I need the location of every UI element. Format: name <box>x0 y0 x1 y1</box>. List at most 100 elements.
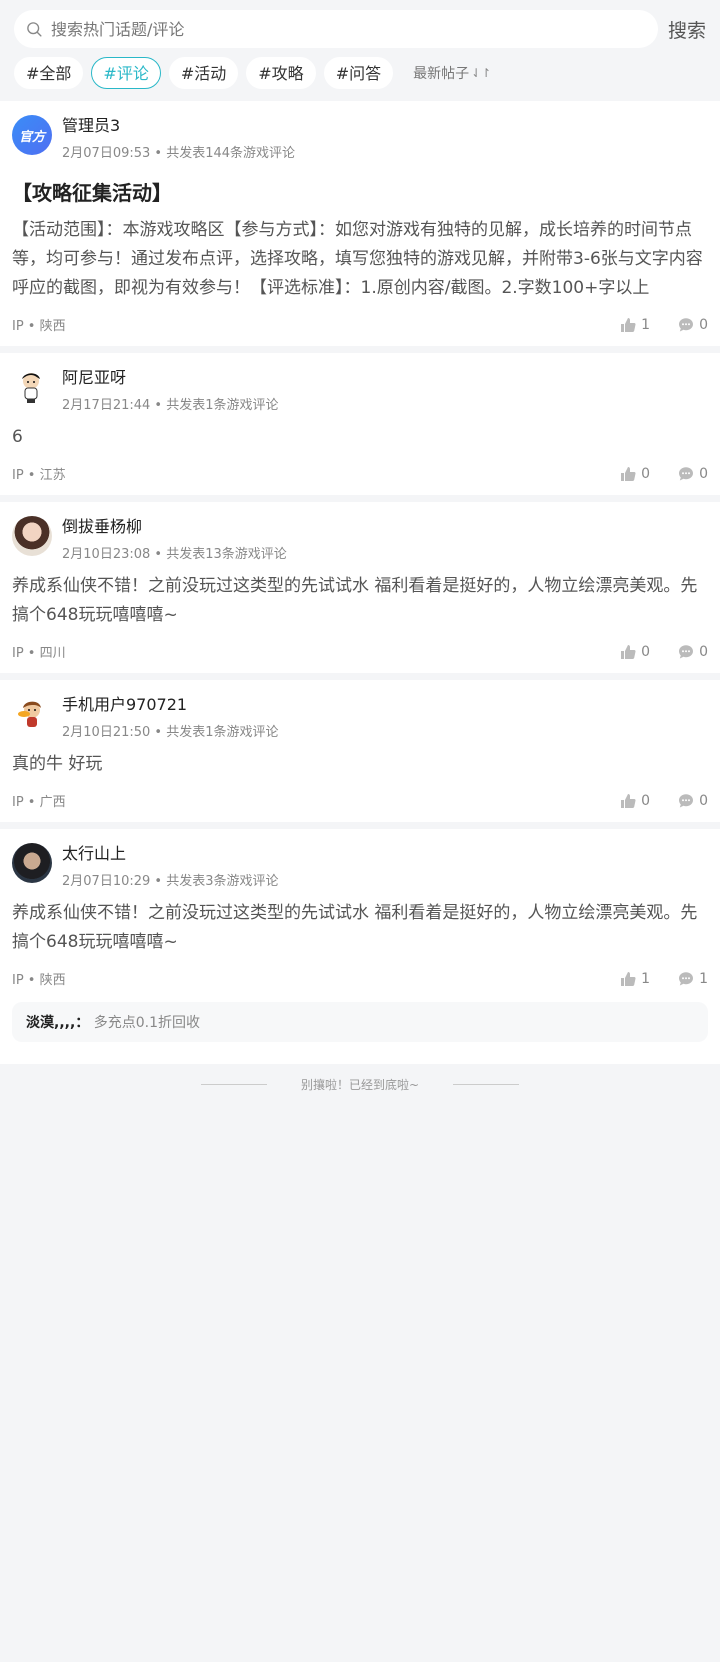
like-count: 0 <box>641 465 651 482</box>
post-meta: 2月10日21:50 • 共发表1条游戏评论 <box>62 725 279 740</box>
author-name[interactable]: 管理员3 <box>62 116 295 136</box>
ip-location: IP • 广西 <box>12 795 66 810</box>
post-title: 【攻略征集活动】 <box>12 181 172 205</box>
post-body: 6 <box>12 427 23 447</box>
comment-count: 0 <box>699 792 708 809</box>
post-actions: 0 0 <box>592 793 708 809</box>
sort-latest-button[interactable]: 最新帖子 ⇃↾ <box>413 63 491 83</box>
tag-guide[interactable]: #攻略 <box>246 57 316 89</box>
author-name[interactable]: 倒拔垂杨柳 <box>62 517 287 537</box>
author-meta: 太行山上 2月07日10:29 • 共发表3条游戏评论 <box>62 843 278 889</box>
thumbs-up-icon <box>621 644 636 659</box>
post-card[interactable]: 太行山上 2月07日10:29 • 共发表3条游戏评论 养成系仙侠不错！之前没玩… <box>0 829 720 1064</box>
sort-arrows-icon: ⇃↾ <box>471 66 492 80</box>
comment-bubble-icon <box>679 317 694 331</box>
cartoon-avatar-icon <box>18 701 41 727</box>
post-card[interactable]: 官方 管理员3 2月07日09:53 • 共发表144条游戏评论 【攻略征集活动… <box>0 101 720 346</box>
like-button[interactable]: 1 <box>620 317 650 333</box>
search-input[interactable] <box>49 18 658 40</box>
post-header: 手机用户970721 2月10日21:50 • 共发表1条游戏评论 <box>12 694 708 740</box>
post-meta: 2月07日09:53 • 共发表144条游戏评论 <box>62 146 296 161</box>
thumbs-up-icon <box>621 971 636 986</box>
like-count: 0 <box>641 643 651 660</box>
thumbs-up-icon <box>621 793 636 808</box>
like-button[interactable]: 0 <box>620 466 650 482</box>
comment-count: 0 <box>699 643 708 660</box>
author-name[interactable]: 手机用户970721 <box>62 695 278 715</box>
post-header: 阿尼亚呀 2月17日21:44 • 共发表1条游戏评论 <box>12 367 708 413</box>
tag-qa[interactable]: #问答 <box>323 57 394 89</box>
comment-count: 0 <box>699 316 708 333</box>
sort-label: 最新帖子 <box>413 66 470 82</box>
thumbs-up-icon <box>621 466 636 481</box>
comment-bubble-icon <box>679 644 694 658</box>
official-badge-text: 官方 <box>18 129 45 145</box>
post-card[interactable]: 阿尼亚呀 2月17日21:44 • 共发表1条游戏评论 6 IP • 江苏 0 … <box>0 353 720 495</box>
divider-line <box>453 1084 520 1085</box>
search-button[interactable]: 搜索 <box>668 16 706 43</box>
like-button[interactable]: 1 <box>620 971 650 987</box>
reply-preview[interactable]: 淡漠,,,,： 多充点0.1折回收 <box>12 1002 708 1042</box>
post-body: 养成系仙侠不错！之前没玩过这类型的先试试水 福利看着是挺好的，人物立绘漂亮美观。… <box>12 576 698 625</box>
comment-button[interactable]: 0 <box>678 793 708 809</box>
tag-all[interactable]: #全部 <box>14 57 84 89</box>
avatar[interactable]: 官方 <box>12 115 52 155</box>
like-count: 1 <box>641 970 651 987</box>
comment-bubble-icon <box>679 971 694 985</box>
reply-text: 多充点0.1折回收 <box>93 1015 200 1031</box>
post-footer: IP • 陕西 1 1 <box>12 969 708 989</box>
post-body: 养成系仙侠不错！之前没玩过这类型的先试试水 福利看着是挺好的，人物立绘漂亮美观。… <box>12 903 698 952</box>
avatar[interactable] <box>12 843 52 883</box>
post-footer: IP • 江苏 0 0 <box>12 464 708 484</box>
author-meta: 管理员3 2月07日09:53 • 共发表144条游戏评论 <box>62 115 295 161</box>
like-count: 1 <box>641 316 651 333</box>
author-name[interactable]: 太行山上 <box>62 844 278 864</box>
comment-count: 0 <box>699 465 708 482</box>
post-actions: 0 0 <box>592 644 708 660</box>
post-card[interactable]: 手机用户970721 2月10日21:50 • 共发表1条游戏评论 真的牛 好玩… <box>0 680 720 822</box>
comment-button[interactable]: 0 <box>678 317 708 333</box>
avatar[interactable] <box>12 694 52 734</box>
comment-bubble-icon <box>679 466 694 480</box>
post-footer: IP • 广西 0 0 <box>12 791 708 811</box>
comment-bubble-icon <box>679 793 694 807</box>
avatar[interactable] <box>12 367 52 407</box>
thumbs-up-icon <box>621 317 636 332</box>
search-box[interactable] <box>14 10 658 48</box>
post-actions: 1 0 <box>592 317 708 333</box>
reply-username[interactable]: 淡漠,,,,： <box>26 1015 89 1031</box>
tag-activity[interactable]: #活动 <box>168 57 239 89</box>
search-row: 搜索 <box>14 10 706 48</box>
post-meta: 2月10日23:08 • 共发表13条游戏评论 <box>62 547 287 562</box>
post-card[interactable]: 倒拔垂杨柳 2月10日23:08 • 共发表13条游戏评论 养成系仙侠不错！之前… <box>0 502 720 673</box>
end-of-list-text: 别攘啦！已经到底啦~ <box>300 1078 420 1092</box>
comment-button[interactable]: 0 <box>678 466 708 482</box>
comment-button[interactable]: 0 <box>678 644 708 660</box>
author-name[interactable]: 阿尼亚呀 <box>62 368 278 388</box>
author-meta: 倒拔垂杨柳 2月10日23:08 • 共发表13条游戏评论 <box>62 516 287 562</box>
topic-tags: #全部 #评论 #活动 #攻略 #问答 最新帖子 ⇃↾ <box>14 57 706 89</box>
post-footer: IP • 陕西 1 0 <box>12 315 708 335</box>
avatar[interactable] <box>12 516 52 556</box>
comment-button[interactable]: 1 <box>678 971 708 987</box>
comment-count: 1 <box>699 970 708 987</box>
author-meta: 阿尼亚呀 2月17日21:44 • 共发表1条游戏评论 <box>62 367 278 413</box>
divider-line <box>200 1084 267 1085</box>
like-button[interactable]: 0 <box>620 644 650 660</box>
post-header: 太行山上 2月07日10:29 • 共发表3条游戏评论 <box>12 843 708 889</box>
cartoon-avatar-icon <box>22 373 40 403</box>
ip-location: IP • 江苏 <box>12 468 66 483</box>
post-actions: 0 0 <box>592 466 708 482</box>
top-bar: 搜索 #全部 #评论 #活动 #攻略 #问答 最新帖子 ⇃↾ <box>0 0 720 101</box>
like-count: 0 <box>641 792 651 809</box>
post-body: 【活动范围】：本游戏攻略区【参与方式】：如您对游戏有独特的见解，成长培养的时间节… <box>12 220 703 298</box>
tag-comments[interactable]: #评论 <box>91 57 161 89</box>
post-meta: 2月17日21:44 • 共发表1条游戏评论 <box>62 398 279 413</box>
post-header: 官方 管理员3 2月07日09:53 • 共发表144条游戏评论 <box>12 115 708 161</box>
ip-location: IP • 陕西 <box>12 973 66 988</box>
end-of-list-note: 别攘啦！已经到底啦~ <box>0 1064 720 1105</box>
like-button[interactable]: 0 <box>620 793 650 809</box>
post-header: 倒拔垂杨柳 2月10日23:08 • 共发表13条游戏评论 <box>12 516 708 562</box>
post-actions: 1 1 <box>592 971 708 987</box>
ip-location: IP • 四川 <box>12 646 66 661</box>
